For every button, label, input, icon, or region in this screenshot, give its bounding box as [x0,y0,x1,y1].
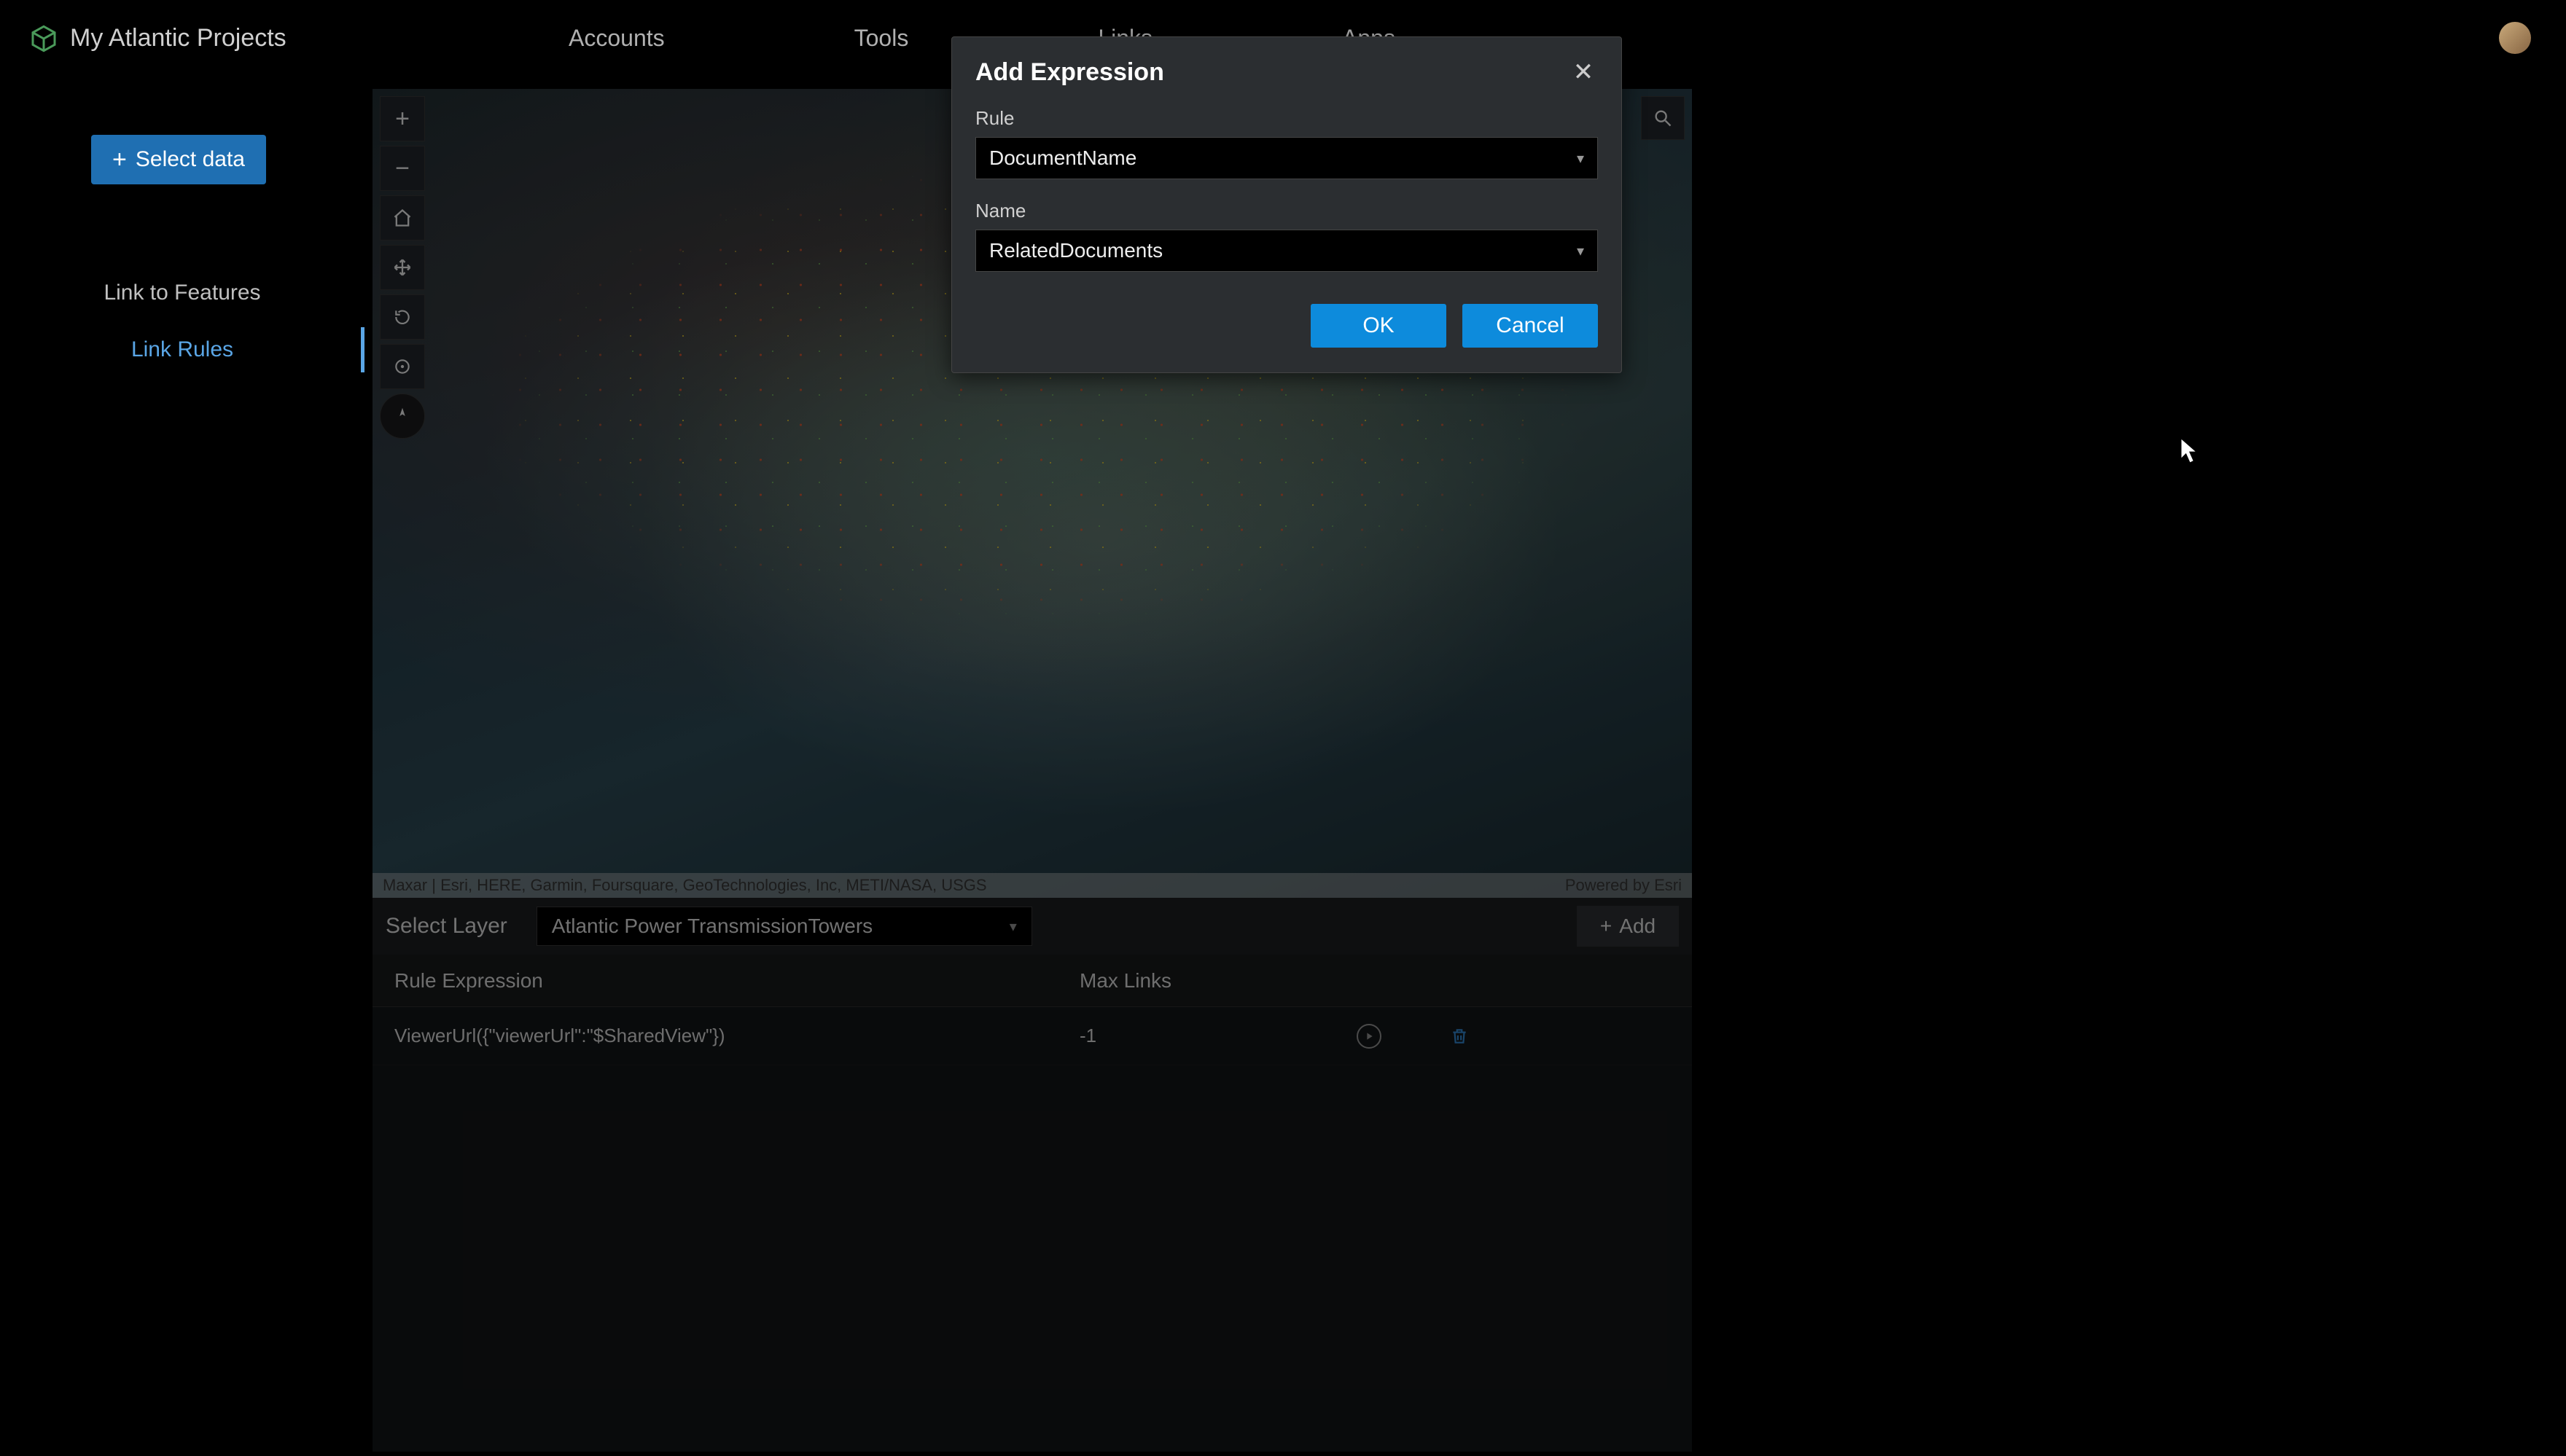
rule-dropdown[interactable]: DocumentName ▾ [975,137,1598,179]
name-dropdown[interactable]: RelatedDocuments ▾ [975,230,1598,272]
app-logo-icon [29,24,58,53]
mouse-cursor-icon [2180,437,2200,465]
rules-table-header: Rule Expression Max Links [373,955,1692,1007]
sidebar-link-features[interactable]: Link to Features [0,265,364,321]
run-icon[interactable] [1357,1024,1381,1049]
zoom-out-button[interactable]: − [380,146,425,191]
dialog-action-row: OK Cancel [975,304,1598,348]
rotate-button[interactable] [380,294,425,340]
add-rule-label: Add [1619,915,1656,938]
right-empty-pane [1692,77,2566,1456]
name-field-label: Name [975,200,1598,222]
dialog-close-button[interactable]: ✕ [1569,58,1598,87]
app-brand: My Atlantic Projects [29,24,286,53]
map-tool-stack: + − [380,96,425,443]
left-sidebar: + Select data Link to Features Link Rule… [0,77,364,1456]
close-icon: ✕ [1573,58,1594,87]
add-rule-button[interactable]: + Add [1577,906,1679,947]
target-button[interactable] [380,344,425,389]
col-header-rule: Rule Expression [394,969,1080,993]
pan-button[interactable] [380,245,425,290]
map-search-button[interactable] [1641,96,1685,140]
nav-accounts[interactable]: Accounts [569,25,665,52]
select-data-button[interactable]: + Select data [91,135,266,184]
cancel-button[interactable]: Cancel [1462,304,1598,348]
cell-rule-expression: ViewerUrl({"viewerUrl":"$SharedView"}) [394,1025,1080,1047]
rule-field-label: Rule [975,107,1598,130]
ok-button[interactable]: OK [1311,304,1446,348]
chevron-down-icon: ▾ [1577,242,1584,260]
compass-button[interactable] [380,394,425,439]
zoom-in-button[interactable]: + [380,96,425,141]
dialog-title: Add Expression [975,58,1164,87]
row-actions [1357,1024,1472,1049]
map-attribution-left: Maxar | Esri, HERE, Garmin, Foursquare, … [383,876,987,895]
plus-icon: + [112,146,127,174]
rules-panel-header: Select Layer Atlantic Power Transmission… [373,898,1692,955]
rule-dropdown-value: DocumentName [989,146,1136,170]
chevron-down-icon: ▾ [1010,917,1017,936]
select-data-label: Select data [136,147,245,172]
layer-dropdown[interactable]: Atlantic Power TransmissionTowers ▾ [537,907,1032,946]
map-attribution: Maxar | Esri, HERE, Garmin, Foursquare, … [373,873,1692,898]
delete-icon[interactable] [1447,1024,1472,1049]
name-dropdown-value: RelatedDocuments [989,239,1163,262]
nav-tools[interactable]: Tools [854,25,909,52]
chevron-down-icon: ▾ [1577,149,1584,168]
rules-panel: Select Layer Atlantic Power Transmission… [373,898,1692,1452]
home-button[interactable] [380,195,425,240]
search-icon [1653,108,1673,128]
sidebar-links: Link to Features Link Rules [0,265,364,378]
sidebar-link-rules[interactable]: Link Rules [0,321,364,378]
cell-max-links: -1 [1080,1025,1357,1047]
table-row[interactable]: ViewerUrl({"viewerUrl":"$SharedView"}) -… [373,1007,1692,1065]
map-attribution-right: Powered by Esri [1565,876,1682,895]
user-avatar[interactable] [2499,22,2531,54]
col-header-maxlinks: Max Links [1080,969,1357,993]
add-expression-dialog: Add Expression ✕ Rule DocumentName ▾ Nam… [951,36,1622,373]
app-title: My Atlantic Projects [70,24,286,52]
select-layer-label: Select Layer [386,914,507,939]
plus-icon: + [1600,915,1612,938]
layer-dropdown-value: Atlantic Power TransmissionTowers [552,915,873,938]
